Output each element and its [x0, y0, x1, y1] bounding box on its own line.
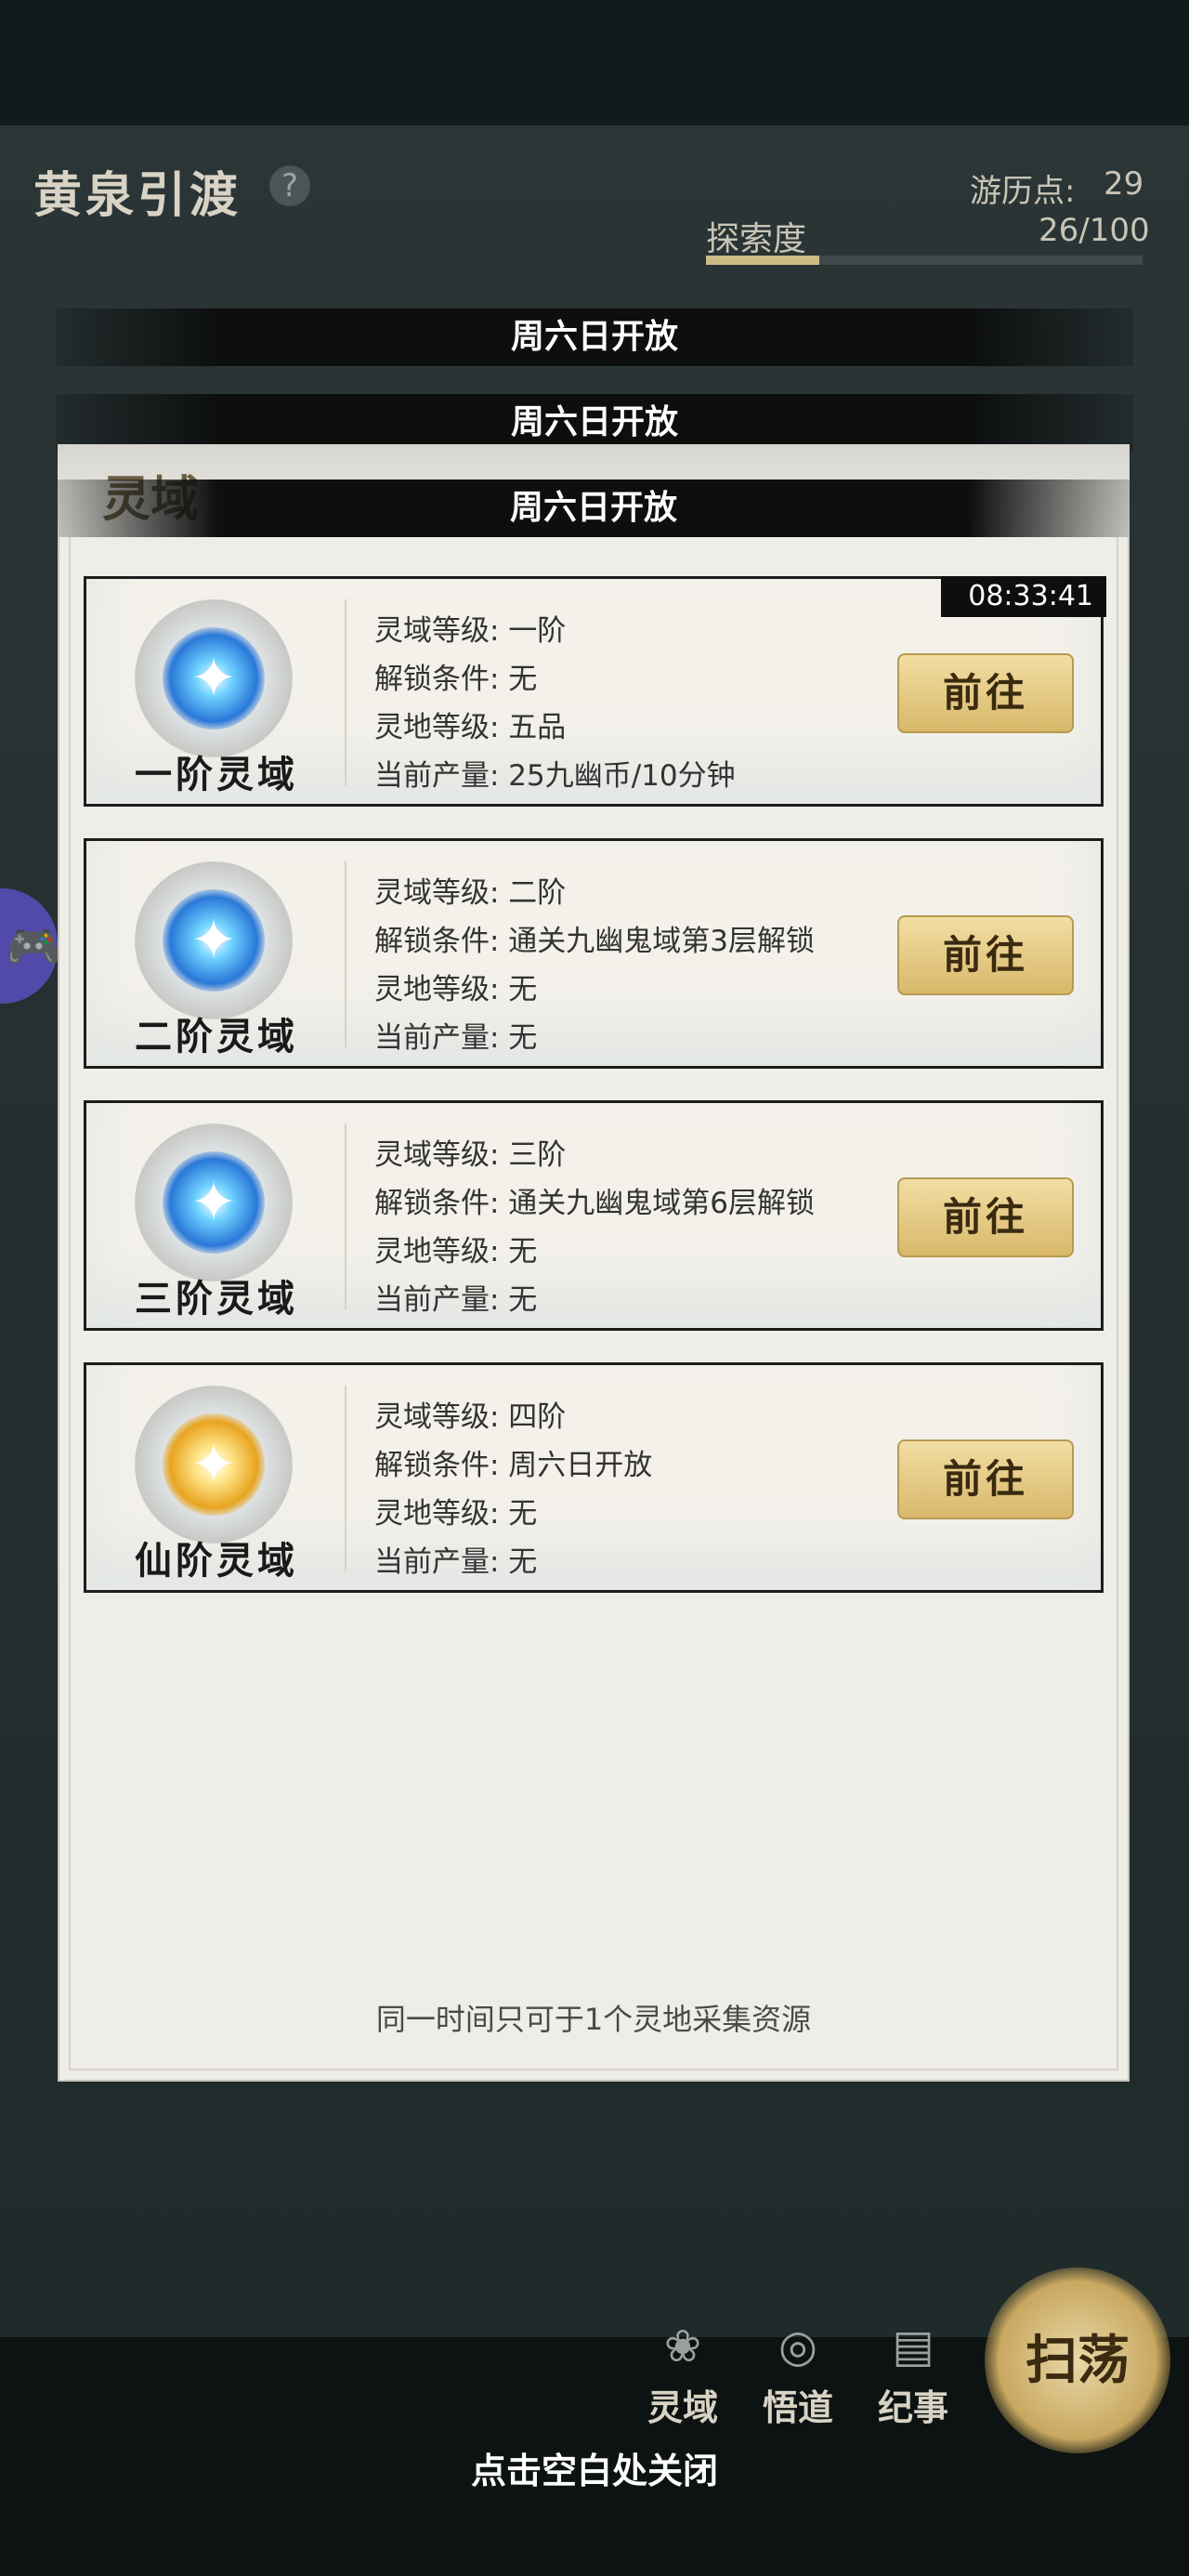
domain-level: 灵域等级: 三阶: [374, 1138, 567, 1172]
swirl-icon: ◎: [778, 2320, 817, 2372]
domain-name: 二阶灵域: [135, 1015, 298, 1058]
book-icon: ▤: [892, 2320, 934, 2372]
footer-note: 同一时间只可于1个灵地采集资源: [375, 2002, 812, 2037]
lotus-icon: ❀: [663, 2320, 702, 2372]
sparkle-icon: ✦: [189, 646, 238, 711]
help-icon[interactable]: ?: [269, 165, 310, 206]
unlock-condition: 解锁条件: 周六日开放: [374, 1449, 653, 1482]
nav-enlightenment[interactable]: ◎ 悟道: [747, 2314, 849, 2430]
domain-level: 灵域等级: 二阶: [374, 876, 567, 910]
nav-label: 纪事: [877, 2387, 948, 2428]
nav-label: 悟道: [762, 2387, 833, 2428]
domain-name: 一阶灵域: [135, 753, 298, 796]
domain-card: 08:33:41 ✦ 一阶灵域 灵域等级: 一阶 解锁条件: 无 灵地等级: 五…: [84, 576, 1106, 807]
nav-spirit-domain[interactable]: ❀ 灵域: [632, 2314, 734, 2430]
travel-points-value: 29: [1104, 165, 1144, 203]
domain-level: 灵域等级: 四阶: [374, 1400, 567, 1434]
card-divider: [345, 599, 346, 785]
go-button[interactable]: 前往: [897, 915, 1074, 995]
go-button[interactable]: 前往: [897, 653, 1074, 733]
domain-name: 三阶灵域: [135, 1277, 298, 1321]
blue-orb-icon: ✦: [163, 1151, 265, 1254]
sweep-button[interactable]: 扫荡: [985, 2267, 1170, 2453]
current-output: 当前产量: 无: [374, 1021, 538, 1055]
orb-frame: ✦: [135, 599, 293, 757]
blue-orb-icon: ✦: [163, 889, 265, 992]
unlock-condition: 解锁条件: 无: [374, 663, 538, 696]
orb-frame: ✦: [135, 861, 293, 1019]
sparkle-icon: ✦: [189, 1432, 238, 1497]
domain-card: ✦ 仙阶灵域 灵域等级: 四阶 解锁条件: 周六日开放 灵地等级: 无 当前产量…: [84, 1362, 1104, 1593]
go-button[interactable]: 前往: [897, 1439, 1074, 1519]
sparkle-icon: ✦: [189, 1170, 238, 1235]
domain-name: 仙阶灵域: [135, 1539, 298, 1583]
blue-orb-icon: ✦: [163, 627, 265, 729]
unlock-condition: 解锁条件: 通关九幽鬼域第3层解锁: [374, 925, 816, 958]
explore-progress-bar: [706, 256, 1143, 265]
explore-value: 26/100: [1039, 212, 1150, 249]
nav-chronicle[interactable]: ▤ 纪事: [862, 2314, 964, 2430]
current-output: 当前产量: 25九幽币/10分钟: [374, 759, 736, 793]
current-output: 当前产量: 无: [374, 1283, 538, 1317]
card-divider: [345, 1124, 346, 1309]
land-level: 灵地等级: 无: [374, 1497, 538, 1531]
orb-frame: ✦: [135, 1386, 293, 1544]
land-level: 灵地等级: 五品: [374, 711, 567, 744]
land-level: 灵地等级: 无: [374, 1235, 538, 1268]
sparkle-icon: ✦: [189, 908, 238, 973]
go-button[interactable]: 前往: [897, 1177, 1074, 1257]
land-level: 灵地等级: 无: [374, 973, 538, 1006]
countdown-timer: 08:33:41: [941, 576, 1106, 617]
top-dark-strip: [0, 0, 1189, 125]
card-divider: [345, 1386, 346, 1571]
open-banner: 周六日开放: [58, 480, 1130, 537]
domain-card: ✦ 二阶灵域 灵域等级: 二阶 解锁条件: 通关九幽鬼域第3层解锁 灵地等级: …: [84, 838, 1104, 1069]
explore-progress-fill: [706, 256, 820, 265]
domain-level: 灵域等级: 一阶: [374, 614, 567, 648]
gold-orb-icon: ✦: [163, 1413, 265, 1516]
tap-blank-to-close-hint[interactable]: 点击空白处关闭: [0, 2442, 1189, 2493]
travel-points-label: 游历点:: [970, 173, 1076, 210]
explore-label: 探索度: [706, 220, 807, 258]
stage-title: 黄泉引渡: [33, 167, 242, 224]
open-banner: 周六日开放: [56, 309, 1133, 366]
orb-frame: ✦: [135, 1124, 293, 1281]
domain-card: ✦ 三阶灵域 灵域等级: 三阶 解锁条件: 通关九幽鬼域第6层解锁 灵地等级: …: [84, 1100, 1104, 1331]
unlock-condition: 解锁条件: 通关九幽鬼域第6层解锁: [374, 1187, 816, 1220]
open-banner: 周六日开放: [56, 394, 1133, 452]
card-divider: [345, 861, 346, 1047]
gamepad-icon: 🎮: [6, 921, 61, 973]
nav-label: 灵域: [647, 2387, 718, 2428]
current-output: 当前产量: 无: [374, 1545, 538, 1579]
